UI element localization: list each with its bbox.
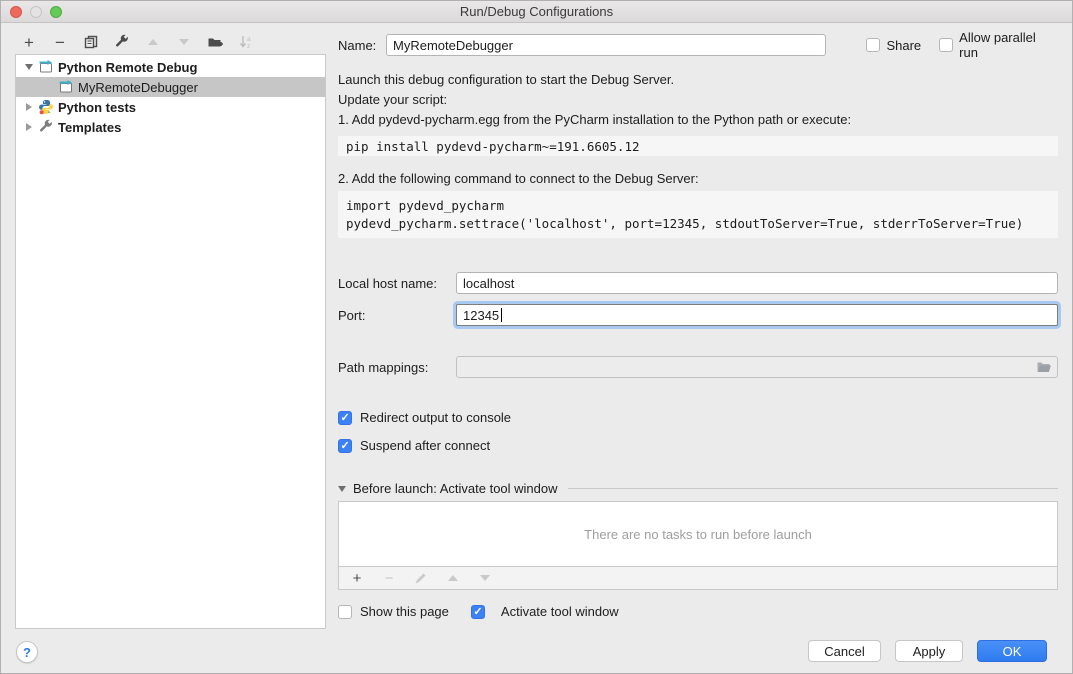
arrow-up-icon <box>148 39 158 45</box>
configuration-editor: Name: Share Allow parallel run Launch th… <box>338 23 1058 619</box>
path-mappings-field[interactable] <box>456 356 1058 378</box>
minimize-window-button[interactable] <box>30 6 42 18</box>
minus-icon: − <box>385 571 394 586</box>
run-config-icon <box>58 79 74 95</box>
local-host-name-input[interactable] <box>456 272 1058 294</box>
create-folder-button[interactable] <box>205 32 225 52</box>
python-tests-icon <box>38 99 54 115</box>
edit-task-button[interactable] <box>411 568 431 588</box>
chevron-right-icon[interactable] <box>26 123 32 131</box>
remove-task-button[interactable]: − <box>379 568 399 588</box>
apply-label: Apply <box>913 644 946 659</box>
cancel-label: Cancel <box>824 644 864 659</box>
ok-label: OK <box>1003 644 1022 659</box>
pip-install-command: pip install pydevd-pycharm~=191.6605.12 <box>338 136 1058 156</box>
browse-folder-icon[interactable] <box>1036 360 1052 374</box>
add-configuration-button[interactable]: + <box>19 32 39 52</box>
tree-item-myremotedebugger[interactable]: MyRemoteDebugger <box>16 77 325 97</box>
chevron-down-icon[interactable] <box>25 64 33 70</box>
share-checkbox[interactable] <box>866 38 880 52</box>
chevron-right-icon[interactable] <box>26 103 32 111</box>
show-this-page-checkbox[interactable] <box>338 605 352 619</box>
tree-item-templates[interactable]: Templates <box>16 117 325 137</box>
code-line-2: pydevd_pycharm.settrace('localhost', por… <box>346 216 1023 231</box>
description-line-2: Update your script: <box>338 90 1058 110</box>
sort-alphabetically-icon: a z <box>238 34 254 50</box>
allow-parallel-run-checkbox[interactable] <box>939 38 953 52</box>
copy-icon <box>83 34 99 50</box>
window-title: Run/Debug Configurations <box>460 4 613 19</box>
step-1-text: 1. Add pydevd-pycharm.egg from the PyCha… <box>338 110 1058 130</box>
show-this-page-label: Show this page <box>360 604 449 619</box>
svg-text:a: a <box>247 36 251 43</box>
cancel-button[interactable]: Cancel <box>808 640 881 662</box>
remove-configuration-button[interactable]: − <box>50 32 70 52</box>
dialog-buttons: Cancel Apply OK <box>808 640 1047 662</box>
local-host-name-label: Local host name: <box>338 276 456 291</box>
settrace-code-block: import pydevd_pycharm pydevd_pycharm.set… <box>338 191 1058 238</box>
text-caret <box>501 308 502 322</box>
empty-tasks-message: There are no tasks to run before launch <box>584 527 812 542</box>
name-label: Name: <box>338 38 386 53</box>
configurations-toolbar: + − a z <box>19 31 256 53</box>
help-button[interactable]: ? <box>16 641 38 663</box>
configurations-tree: Python Remote Debug MyRemoteDebugger Pyt… <box>15 54 326 629</box>
add-task-button[interactable]: + <box>347 568 367 588</box>
activate-tool-window-checkbox[interactable] <box>471 605 485 619</box>
tree-item-label: Templates <box>58 120 121 135</box>
tasks-toolbar: + − <box>338 567 1058 590</box>
description-line-1: Launch this debug configuration to start… <box>338 70 1058 90</box>
titlebar: Run/Debug Configurations <box>1 1 1072 23</box>
before-launch-section-header[interactable]: Before launch: Activate tool window <box>338 481 1058 496</box>
run-config-icon <box>38 59 54 75</box>
activate-tool-window-label: Activate tool window <box>501 604 619 619</box>
redirect-output-label: Redirect output to console <box>360 410 511 425</box>
tree-item-python-remote-debug[interactable]: Python Remote Debug <box>16 57 325 77</box>
allow-parallel-run-label: Allow parallel run <box>959 30 1058 60</box>
apply-button[interactable]: Apply <box>895 640 963 662</box>
chevron-down-icon[interactable] <box>338 486 346 492</box>
ok-button[interactable]: OK <box>977 640 1047 662</box>
port-label: Port: <box>338 308 456 323</box>
copy-configuration-button[interactable] <box>81 32 101 52</box>
edit-templates-button[interactable] <box>112 32 132 52</box>
pencil-icon <box>414 571 428 585</box>
zoom-window-button[interactable] <box>50 6 62 18</box>
help-question-icon: ? <box>23 645 31 660</box>
step-2-text: 2. Add the following command to connect … <box>338 169 1058 189</box>
arrow-down-icon <box>179 39 189 45</box>
move-task-down-button[interactable] <box>475 568 495 588</box>
svg-text:z: z <box>247 43 250 50</box>
path-mappings-label: Path mappings: <box>338 360 456 375</box>
redirect-output-checkbox[interactable] <box>338 411 352 425</box>
minus-icon: − <box>55 34 65 51</box>
section-divider <box>568 488 1058 489</box>
move-task-up-button[interactable] <box>443 568 463 588</box>
suspend-after-connect-checkbox[interactable] <box>338 439 352 453</box>
move-down-button[interactable] <box>174 32 194 52</box>
share-label: Share <box>886 38 921 53</box>
move-up-button[interactable] <box>143 32 163 52</box>
tree-item-label: MyRemoteDebugger <box>78 80 198 95</box>
plus-icon: + <box>24 34 34 51</box>
tree-item-label: Python tests <box>58 100 136 115</box>
close-window-button[interactable] <box>10 6 22 18</box>
name-input[interactable] <box>386 34 826 56</box>
wrench-icon <box>114 34 130 50</box>
port-input[interactable] <box>456 304 1058 326</box>
before-launch-task-list[interactable]: There are no tasks to run before launch <box>338 501 1058 567</box>
tree-item-label: Python Remote Debug <box>58 60 197 75</box>
tree-item-python-tests[interactable]: Python tests <box>16 97 325 117</box>
arrow-up-icon <box>448 575 458 581</box>
plus-icon: + <box>353 571 362 586</box>
sort-configurations-button[interactable]: a z <box>236 32 256 52</box>
run-debug-configurations-dialog: Run/Debug Configurations + − <box>0 0 1073 674</box>
before-launch-title: Before launch: Activate tool window <box>353 481 558 496</box>
wrench-icon <box>38 119 54 135</box>
suspend-after-connect-label: Suspend after connect <box>360 438 490 453</box>
new-folder-icon <box>207 34 224 50</box>
arrow-down-icon <box>480 575 490 581</box>
code-line-1: import pydevd_pycharm <box>346 198 504 213</box>
